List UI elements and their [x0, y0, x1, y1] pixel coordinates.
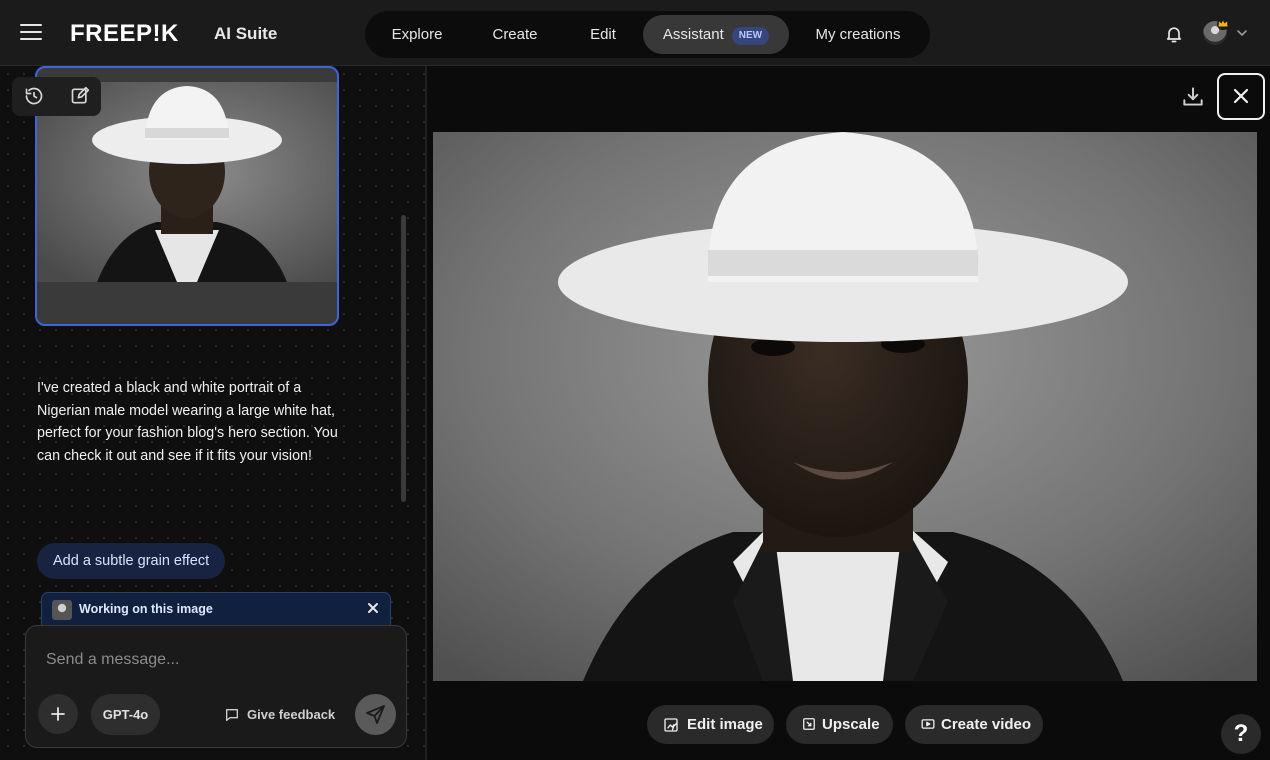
bell-icon[interactable]: [1164, 24, 1184, 44]
close-icon[interactable]: [366, 601, 380, 615]
chat-toolbar: [12, 77, 101, 116]
create-video-label: Create video: [941, 716, 1032, 733]
freepik-logo[interactable]: FREEP!K: [70, 20, 179, 48]
edit-image-button[interactable]: Edit image: [647, 705, 774, 744]
nav-assistant[interactable]: Assistant NEW: [643, 15, 789, 54]
upscale-label: Upscale: [822, 716, 880, 733]
assistant-message: I've created a black and white portrait …: [37, 380, 338, 464]
working-label: Working on this image: [79, 602, 213, 616]
chat-scrollbar[interactable]: [401, 215, 406, 502]
send-button[interactable]: [355, 694, 396, 735]
model-selector[interactable]: GPT-4o: [91, 694, 160, 735]
working-image-thumbnail: [52, 600, 72, 620]
top-bar: FREEP!K AI Suite Explore Create Edit Ass…: [0, 0, 1270, 66]
main-image-preview[interactable]: [433, 132, 1257, 681]
upscale-icon: [803, 718, 815, 730]
hamburger-icon[interactable]: [20, 24, 42, 42]
video-icon: [921, 719, 935, 729]
close-icon: [1233, 88, 1249, 104]
add-attachment-button[interactable]: [38, 694, 78, 734]
edit-icon[interactable]: [70, 86, 90, 106]
download-icon[interactable]: [1180, 84, 1206, 110]
nav-create[interactable]: Create: [477, 15, 553, 54]
close-viewer-button[interactable]: [1217, 73, 1265, 120]
create-video-button[interactable]: Create video: [905, 705, 1043, 744]
feedback-icon: [226, 709, 238, 721]
message-composer: GPT-4o Give feedback: [25, 625, 407, 748]
suggestion-chip[interactable]: Add a subtle grain effect: [37, 543, 226, 579]
panel-divider: [425, 66, 427, 760]
portrait-image-graphic: [433, 132, 1257, 681]
edit-image-icon: [664, 718, 678, 732]
nav-edit[interactable]: Edit: [577, 15, 629, 54]
nav-my-creations[interactable]: My creations: [803, 15, 913, 54]
new-badge: NEW: [731, 27, 770, 45]
message-input[interactable]: [46, 648, 386, 672]
plus-icon: [51, 707, 65, 721]
main-nav: Explore Create Edit Assistant NEW My crea…: [365, 11, 930, 58]
history-icon[interactable]: [24, 86, 44, 106]
thumbnail-footer: [37, 282, 337, 324]
give-feedback-label: Give feedback: [247, 707, 336, 722]
upscale-button[interactable]: Upscale: [786, 705, 893, 744]
chevron-down-icon[interactable]: [1236, 28, 1248, 38]
edit-image-label: Edit image: [687, 716, 763, 733]
chat-panel: I've created a black and white portrait …: [0, 66, 425, 760]
help-button[interactable]: ?: [1221, 714, 1261, 754]
ai-suite-label: AI Suite: [214, 24, 278, 43]
crown-icon: [1217, 18, 1229, 30]
nav-assistant-label: Assistant: [662, 26, 724, 43]
nav-explore[interactable]: Explore: [379, 15, 455, 54]
send-icon: [366, 705, 385, 724]
working-on-image-bar: Working on this image: [41, 592, 391, 626]
